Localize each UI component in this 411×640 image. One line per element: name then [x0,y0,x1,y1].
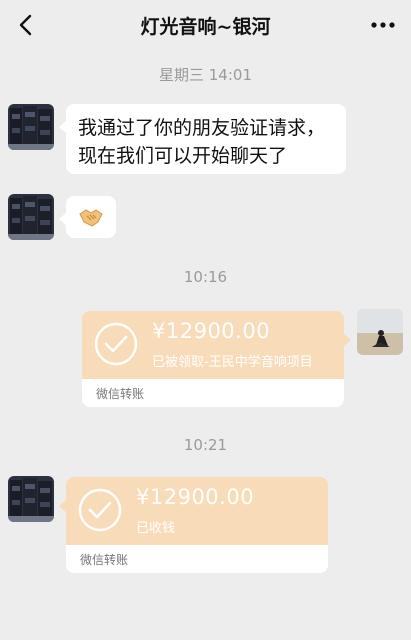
transfer-amount: ¥12900.00 [152,319,271,343]
transfer-card-top: ¥12900.00 已收钱 [66,477,328,545]
transfer-card[interactable]: ¥12900.00 已收钱 微信转账 [59,477,328,573]
contact-avatar[interactable] [8,476,54,522]
transfer-amount: ¥12900.00 [136,485,255,509]
transfer-status: 已被领取-王民中学音响项目 [152,355,313,370]
timestamp: 10:21 [183,436,228,454]
chat-header: 灯光音响~银河 [0,0,411,50]
message-bubble[interactable]: 我通过了你的朋友验证请求， 现在我们可以开始聊天了 [59,104,346,174]
transfer-footer: 微信转账 [66,545,328,573]
timestamp: 星期三 14:01 [159,66,252,84]
chat-title: 灯光音响~银河 [140,15,271,38]
check-circle-icon [78,488,122,532]
contact-avatar[interactable] [8,104,54,150]
handshake-icon [79,209,103,227]
transfer-footer: 微信转账 [82,379,344,407]
message-text-line: 我通过了你的朋友验证请求， [78,117,326,139]
my-avatar[interactable] [357,309,403,355]
chevron-left-icon[interactable] [10,10,40,40]
more-icon[interactable] [369,14,397,36]
check-circle-icon [94,322,138,366]
timestamp: 10:16 [183,268,228,286]
message-bubble[interactable]: 🤝 [59,196,116,238]
contact-avatar[interactable] [8,194,54,240]
transfer-status: 已收钱 [136,521,176,536]
message-text-line: 现在我们可以开始聊天了 [78,145,288,167]
transfer-card[interactable]: ¥12900.00 已被领取-王民中学音响项目 微信转账 [82,311,351,407]
transfer-card-top: ¥12900.00 已被领取-王民中学音响项目 [82,311,344,379]
